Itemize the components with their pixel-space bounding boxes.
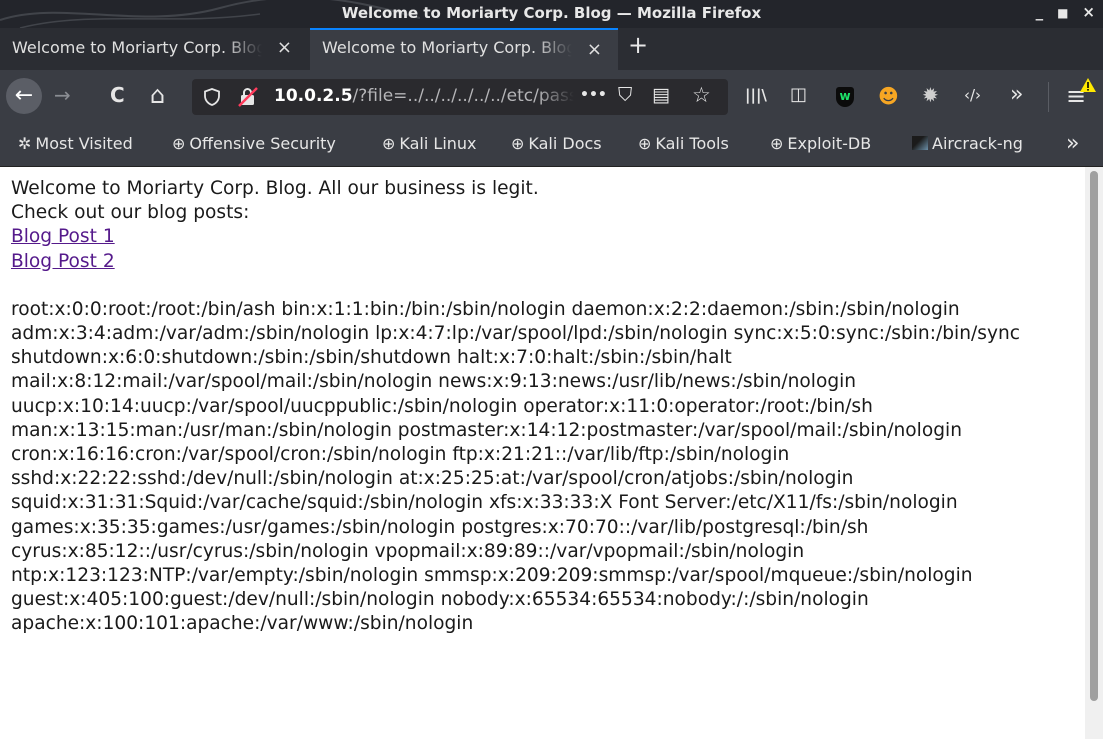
- url-domain: 10.0.2.5: [274, 86, 353, 106]
- tab-strip: Welcome to Moriarty Corp. Blog × Welcome…: [0, 28, 1103, 70]
- tab-1[interactable]: Welcome to Moriarty Corp. Blog ×: [0, 28, 308, 70]
- devtools-icon[interactable]: ‹/›: [964, 86, 981, 104]
- url-text[interactable]: 10.0.2.5/?file=../../../../../../etc/pas…: [274, 86, 574, 106]
- scrollbar-thumb[interactable]: [1090, 171, 1098, 701]
- url-bar[interactable]: 10.0.2.5/?file=../../../../../../etc/pas…: [192, 79, 728, 115]
- tab-label: Welcome to Moriarty Corp. Blog: [12, 38, 262, 57]
- window-title: Welcome to Moriarty Corp. Blog — Mozilla…: [341, 4, 762, 22]
- reader-view-icon[interactable]: ▤: [652, 84, 670, 106]
- navigation-toolbar: ← → C ⌂ 10.0.2.5/?file=../../../../../..…: [0, 70, 1103, 124]
- overflow-menu-icon[interactable]: »: [1010, 82, 1023, 107]
- bookmark-kali-docs[interactable]: ⊕ Kali Docs: [511, 134, 602, 153]
- bookmarks-toolbar: ✲ Most Visited ⊕ Offensive Security ⊕ Kali …: [0, 124, 1103, 167]
- globe-icon: ⊕: [511, 134, 525, 153]
- included-file-content: root:x:0:0:root:/root:/bin/ash bin:x:1:1…: [11, 298, 1020, 635]
- blog-post-2-link[interactable]: Blog Post 2: [11, 250, 1085, 274]
- intro-text: Welcome to Moriarty Corp. Blog. All our …: [11, 178, 539, 199]
- library-icon[interactable]: |||\: [745, 86, 767, 104]
- url-path: /?file=../../../../../../etc/passwd: [352, 86, 574, 106]
- vertical-scrollbar[interactable]: [1085, 167, 1103, 739]
- close-tab-icon[interactable]: ×: [587, 39, 602, 60]
- wappalyzer-extension-icon[interactable]: w: [836, 87, 854, 107]
- bookmark-label: Kali Linux: [399, 134, 477, 153]
- reload-button[interactable]: C: [110, 83, 125, 107]
- gear-icon: ✲: [18, 134, 32, 153]
- bookmark-kali-linux[interactable]: ⊕ Kali Linux: [382, 134, 477, 153]
- window-titlebar: Welcome to Moriarty Corp. Blog — Mozilla…: [0, 0, 1103, 28]
- toolbar-separator: [1048, 82, 1049, 112]
- bookmark-offensive-security[interactable]: ⊕ Offensive Security: [172, 134, 336, 153]
- bookmark-exploit-db[interactable]: ⊕ Exploit-DB: [770, 134, 871, 153]
- home-button[interactable]: ⌂: [150, 81, 165, 109]
- blog-posts-heading: Check out our blog posts:: [11, 202, 250, 224]
- gear-icon[interactable]: ✹: [922, 83, 939, 107]
- insecure-lock-icon[interactable]: [238, 87, 258, 107]
- bookmarks-overflow-icon[interactable]: »: [1066, 131, 1079, 156]
- window-controls: _ ■ ×: [1036, 3, 1095, 23]
- tab-label: Welcome to Moriarty Corp. Blog: [322, 38, 572, 57]
- page-body: Welcome to Moriarty Corp. Blog. All our …: [0, 167, 1085, 637]
- blog-post-1-link[interactable]: Blog Post 1: [11, 225, 1085, 249]
- globe-icon: ⊕: [638, 134, 652, 153]
- minimize-button[interactable]: _: [1036, 3, 1044, 23]
- bookmark-star-icon[interactable]: ☆: [692, 83, 711, 107]
- maximize-button[interactable]: ■: [1057, 3, 1068, 23]
- bookmark-aircrack-ng[interactable]: Aircrack-ng: [912, 134, 1023, 153]
- bookmark-label: Exploit-DB: [787, 134, 872, 153]
- shield-icon[interactable]: [204, 88, 220, 106]
- tampermonkey-extension-icon[interactable]: ☻: [878, 84, 899, 108]
- bookmark-label: Most Visited: [35, 134, 133, 153]
- tab-2[interactable]: Welcome to Moriarty Corp. Blog ×: [310, 28, 618, 70]
- bookmark-most-visited[interactable]: ✲ Most Visited: [18, 134, 133, 153]
- bookmark-kali-tools[interactable]: ⊕ Kali Tools: [638, 134, 729, 153]
- back-button[interactable]: ←: [6, 78, 42, 114]
- close-tab-icon[interactable]: ×: [277, 37, 292, 58]
- globe-icon: ⊕: [770, 134, 784, 153]
- bookmark-label: Kali Tools: [655, 134, 729, 153]
- bookmark-label: Aircrack-ng: [932, 134, 1023, 153]
- sidebar-icon[interactable]: ◫: [790, 84, 807, 105]
- page-actions-icon[interactable]: •••: [580, 87, 607, 103]
- bookmark-label: Kali Docs: [528, 134, 602, 153]
- pocket-icon[interactable]: ⛉: [618, 84, 632, 106]
- globe-icon: ⊕: [172, 134, 186, 153]
- warning-badge-icon: [1080, 78, 1096, 92]
- bookmark-label: Offensive Security: [189, 134, 336, 153]
- new-tab-button[interactable]: +: [628, 31, 648, 59]
- forward-button[interactable]: →: [54, 83, 71, 107]
- globe-icon: ⊕: [382, 134, 396, 153]
- aircrack-icon: [912, 136, 928, 150]
- page-viewport: Welcome to Moriarty Corp. Blog. All our …: [0, 167, 1085, 739]
- close-window-button[interactable]: ×: [1082, 3, 1095, 23]
